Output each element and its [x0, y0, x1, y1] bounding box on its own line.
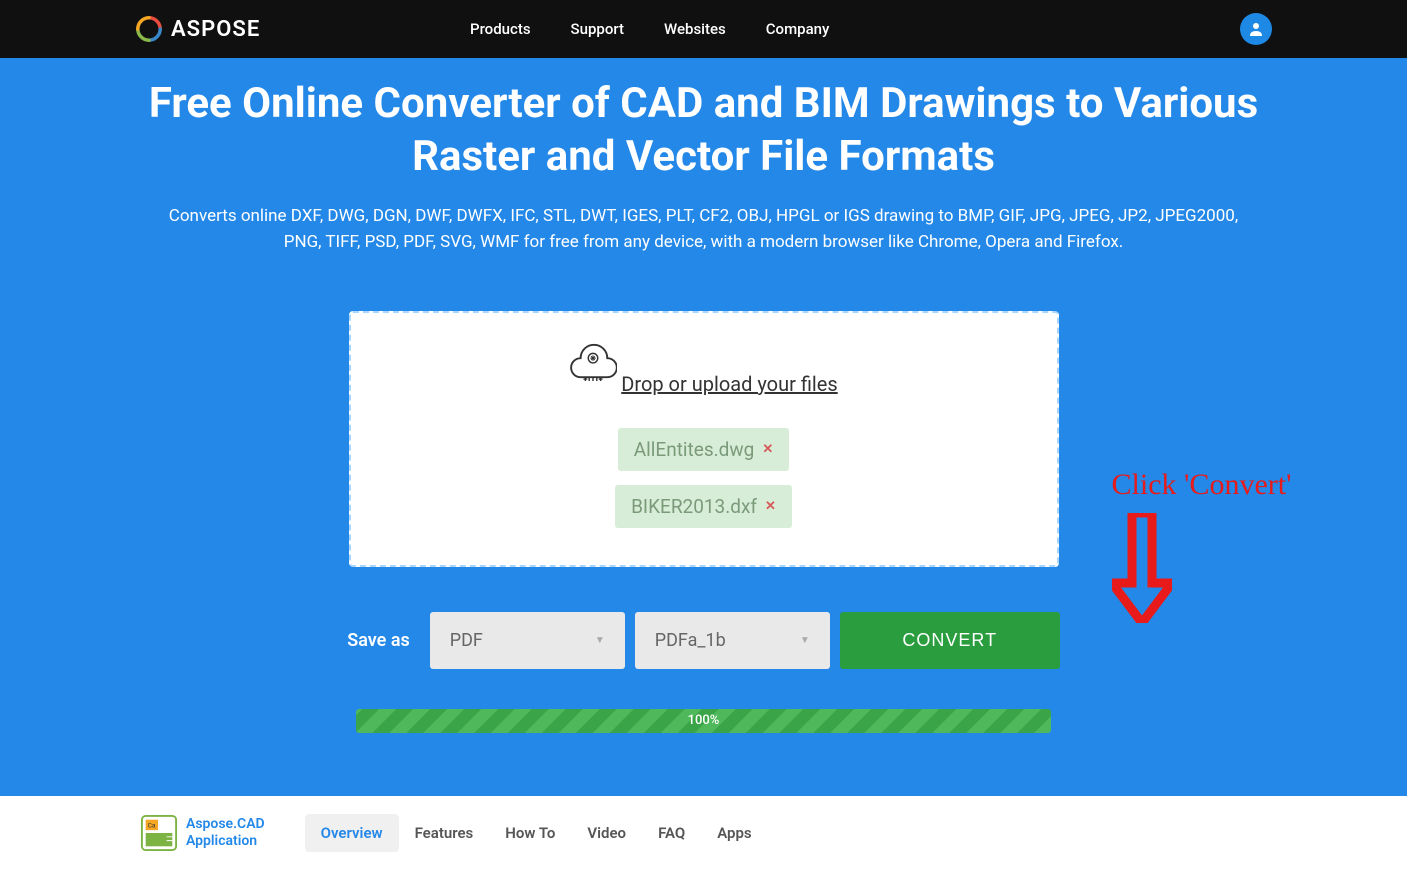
user-account-button[interactable] — [1240, 13, 1272, 45]
cad-app-icon: Ca — [140, 814, 178, 852]
page-title: Free Online Converter of CAD and BIM Dra… — [130, 78, 1277, 183]
save-as-label: Save as — [347, 630, 410, 651]
upload-dropzone[interactable]: Drop or upload your files AllEntites.dwg… — [349, 311, 1059, 567]
annotation-arrow-icon — [1112, 513, 1172, 623]
uploaded-file-chip: BIKER2013.dxf ✕ — [615, 485, 792, 528]
page-description: Converts online DXF, DWG, DGN, DWF, DWFX… — [154, 203, 1254, 256]
nav-products[interactable]: Products — [470, 20, 531, 38]
chevron-down-icon: ▼ — [800, 635, 810, 646]
nav-support[interactable]: Support — [571, 20, 624, 38]
tab-howto[interactable]: How To — [489, 814, 571, 852]
uploaded-file-chip: AllEntites.dwg ✕ — [618, 428, 789, 471]
brand-logo[interactable]: ASPOSE — [135, 15, 260, 43]
tab-apps[interactable]: Apps — [701, 814, 767, 852]
app-badge-text: Aspose.CAD Application — [186, 816, 265, 850]
footer-section: Ca Aspose.CAD Application Overview Featu… — [0, 796, 1407, 870]
progress-bar: 100% — [356, 709, 1051, 733]
file-name: AllEntites.dwg — [634, 438, 755, 461]
cloud-upload-icon — [569, 341, 617, 381]
upload-label[interactable]: Drop or upload your files — [621, 372, 837, 396]
remove-file-icon[interactable]: ✕ — [762, 442, 773, 457]
progress-text: 100% — [688, 713, 720, 728]
annotation-text: Click 'Convert' — [1112, 468, 1292, 502]
chevron-down-icon: ▼ — [595, 635, 605, 646]
subformat-value: PDFa_1b — [655, 630, 726, 651]
tab-faq[interactable]: FAQ — [642, 814, 701, 852]
convert-button[interactable]: CONVERT — [840, 612, 1060, 669]
app-badge[interactable]: Ca Aspose.CAD Application — [140, 814, 265, 852]
nav-websites[interactable]: Websites — [664, 20, 726, 38]
aspose-logo-icon — [135, 15, 163, 43]
format-dropdown[interactable]: PDF ▼ — [430, 612, 625, 669]
tab-overview[interactable]: Overview — [305, 814, 399, 852]
user-icon — [1248, 21, 1264, 37]
tab-video[interactable]: Video — [571, 814, 642, 852]
header: ASPOSE Products Support Websites Company — [0, 0, 1407, 58]
svg-text:Ca: Ca — [148, 821, 156, 829]
controls-row: Save as PDF ▼ PDFa_1b ▼ CONVERT — [130, 612, 1277, 669]
tabs: Overview Features How To Video FAQ Apps — [305, 814, 768, 852]
brand-name: ASPOSE — [171, 17, 260, 42]
hero-section: Free Online Converter of CAD and BIM Dra… — [0, 58, 1407, 796]
main-nav: Products Support Websites Company — [470, 20, 829, 38]
nav-company[interactable]: Company — [766, 20, 830, 38]
format-value: PDF — [450, 630, 483, 651]
remove-file-icon[interactable]: ✕ — [765, 499, 776, 514]
tab-features[interactable]: Features — [399, 814, 490, 852]
subformat-dropdown[interactable]: PDFa_1b ▼ — [635, 612, 830, 669]
file-name: BIKER2013.dxf — [631, 495, 757, 518]
